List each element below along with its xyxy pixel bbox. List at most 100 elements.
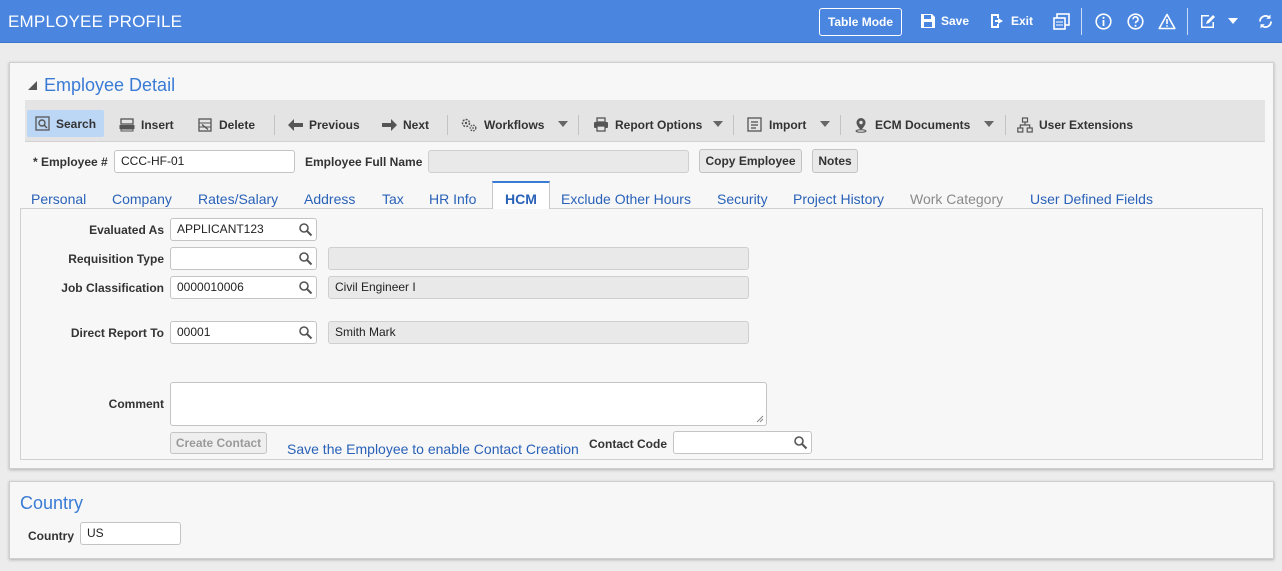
tab-exclude-other-hours[interactable]: Exclude Other Hours: [561, 181, 691, 209]
toolbar-separator: [578, 115, 579, 135]
exit-button[interactable]: Exit: [990, 13, 1033, 29]
comment-textarea[interactable]: [170, 382, 767, 426]
create-contact-button: Create Contact: [170, 432, 267, 454]
tab-project-history[interactable]: Project History: [793, 181, 884, 209]
tab-security[interactable]: Security: [717, 181, 768, 209]
section-title: Employee Detail: [44, 75, 176, 95]
tab-address[interactable]: Address: [304, 181, 355, 209]
toolbar-separator: [1005, 115, 1006, 135]
search-icon[interactable]: [298, 325, 313, 340]
contact-code-input[interactable]: [673, 431, 812, 454]
exit-icon: [991, 14, 1003, 28]
header-separator: [1187, 8, 1188, 35]
arrow-right-icon: [382, 118, 397, 131]
save-button[interactable]: Save: [920, 13, 969, 29]
evaluated-as-value: APPLICANT123: [177, 222, 264, 236]
contact-code-label: Contact Code: [589, 437, 667, 451]
toolbar-separator: [733, 115, 734, 135]
printer-icon: [594, 117, 608, 132]
direct-report-to-input[interactable]: 00001: [170, 321, 317, 344]
country-input[interactable]: US: [80, 522, 181, 545]
country-label: Country: [28, 529, 74, 543]
copy-employee-button[interactable]: Copy Employee: [699, 149, 802, 173]
delete-label: Delete: [219, 117, 256, 132]
employee-detail-panel: Employee Detail Search Insert Delete Pre…: [9, 62, 1274, 469]
app-header: EMPLOYEE PROFILE Table Mode Save Exit: [0, 0, 1282, 43]
hierarchy-icon: [1017, 116, 1033, 133]
direct-report-to-label: Direct Report To: [70, 326, 164, 340]
resize-handle-icon[interactable]: [756, 415, 764, 423]
toolbar-separator: [840, 115, 841, 135]
arrow-left-icon: [288, 118, 303, 131]
tab-personal[interactable]: Personal: [31, 181, 86, 209]
user-extensions-button[interactable]: User Extensions: [1009, 111, 1141, 138]
evaluated-as-label: Evaluated As: [89, 223, 164, 237]
notes-button[interactable]: Notes: [812, 149, 858, 173]
toolbar-separator: [274, 115, 275, 135]
search-icon[interactable]: [298, 280, 313, 295]
delete-button[interactable]: Delete: [189, 111, 263, 138]
tab-hcm[interactable]: HCM: [492, 181, 550, 210]
ecm-documents-button[interactable]: ECM Documents: [845, 111, 978, 138]
search-icon[interactable]: [298, 251, 313, 266]
tab-user-defined-fields[interactable]: User Defined Fields: [1030, 181, 1153, 209]
exit-label: Exit: [1011, 14, 1034, 28]
employee-number-input[interactable]: CCC-HF-01: [114, 150, 295, 173]
direct-report-to-value: 00001: [177, 325, 211, 339]
tab-tax[interactable]: Tax: [382, 181, 404, 209]
insert-button[interactable]: Insert: [111, 111, 182, 138]
report-options-dropdown-caret[interactable]: [713, 121, 723, 127]
help-icon[interactable]: [1126, 12, 1144, 30]
delete-icon: [198, 117, 212, 132]
tab-hr-info[interactable]: HR Info: [429, 181, 476, 209]
requisition-type-input[interactable]: [170, 247, 317, 270]
page-title: EMPLOYEE PROFILE: [8, 12, 183, 31]
user-extensions-label: User Extensions: [1039, 117, 1134, 132]
ecm-documents-dropdown-caret[interactable]: [984, 121, 994, 127]
toolbar-separator: [447, 115, 448, 135]
hcm-tab-panel: Evaluated As APPLICANT123 Requisition Ty…: [20, 209, 1263, 460]
info-icon[interactable]: [1094, 12, 1112, 30]
employee-full-name-label: Employee Full Name: [305, 155, 423, 169]
job-classification-description: Civil Engineer I: [328, 276, 749, 299]
country-panel: Country Country US: [9, 481, 1274, 559]
contact-notice-link[interactable]: Save the Employee to enable Contact Crea…: [287, 441, 579, 457]
previous-label: Previous: [309, 117, 360, 132]
tab-strip: Personal Company Rates/Salary Address Ta…: [20, 181, 1263, 210]
chevron-down-icon[interactable]: [1224, 12, 1242, 30]
location-pin-icon: [855, 117, 867, 133]
import-button[interactable]: Import: [739, 111, 814, 138]
insert-label: Insert: [141, 117, 174, 132]
evaluated-as-input[interactable]: APPLICANT123: [170, 218, 317, 241]
import-dropdown-caret[interactable]: [820, 121, 830, 127]
tab-rates-salary[interactable]: Rates/Salary: [198, 181, 278, 209]
search-icon[interactable]: [298, 222, 313, 237]
search-button[interactable]: Search: [27, 110, 105, 137]
section-title: Country: [20, 493, 84, 513]
direct-report-to-description: Smith Mark: [328, 321, 749, 344]
search-icon[interactable]: [793, 435, 808, 450]
copy-window-icon[interactable]: [1052, 12, 1070, 30]
job-classification-input[interactable]: 0000010006: [170, 276, 317, 299]
previous-button[interactable]: Previous: [280, 111, 368, 138]
workflows-dropdown-caret[interactable]: [558, 121, 568, 127]
comment-label: Comment: [108, 397, 164, 411]
edit-icon[interactable]: [1198, 12, 1216, 30]
tab-company[interactable]: Company: [112, 181, 172, 209]
report-options-label: Report Options: [615, 117, 703, 132]
insert-icon: [119, 117, 135, 131]
gears-icon: [461, 118, 477, 132]
collapse-triangle-icon[interactable]: [27, 80, 38, 94]
search-label: Search: [56, 116, 97, 131]
workflows-button[interactable]: Workflows: [452, 111, 552, 138]
table-mode-button[interactable]: Table Mode: [819, 8, 902, 36]
job-classification-label: Job Classification: [61, 281, 164, 295]
warning-icon[interactable]: [1158, 12, 1176, 30]
refresh-icon[interactable]: [1256, 12, 1274, 30]
next-button[interactable]: Next: [374, 111, 437, 138]
import-icon: [747, 117, 762, 132]
employee-full-name-input: [428, 150, 689, 173]
search-icon: [35, 116, 50, 131]
report-options-button[interactable]: Report Options: [585, 111, 710, 138]
ecm-documents-label: ECM Documents: [875, 117, 971, 132]
